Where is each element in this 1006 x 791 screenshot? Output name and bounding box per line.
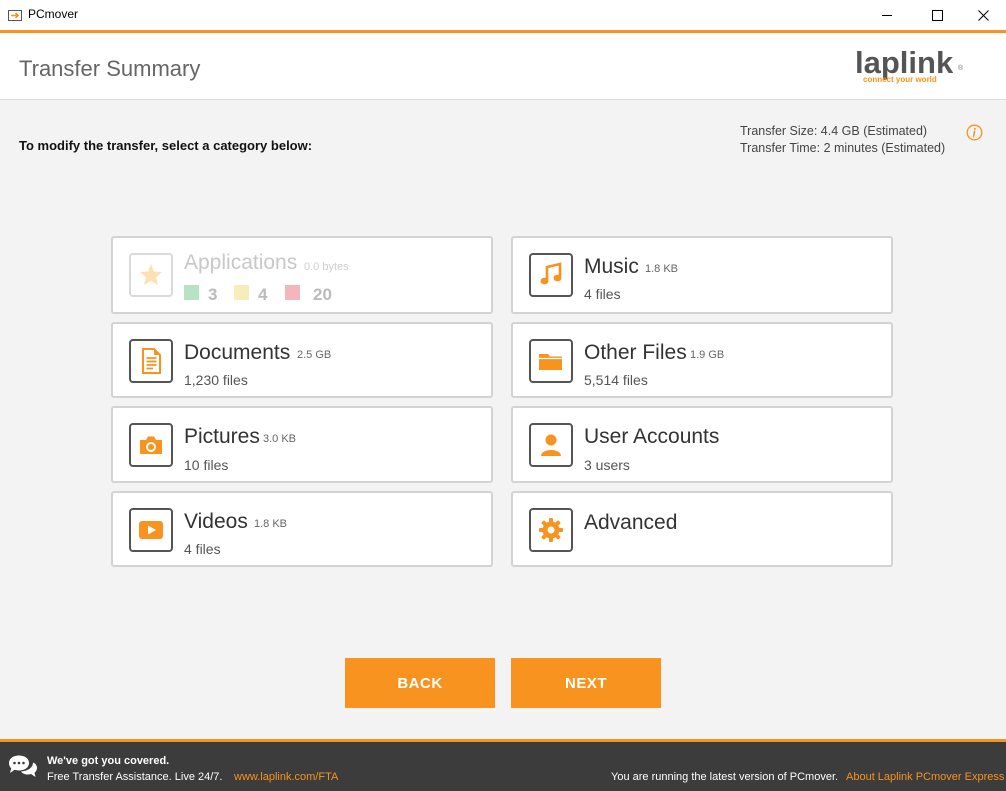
category-detail: 4 files (184, 541, 221, 557)
category-name: User Accounts (584, 425, 720, 448)
category-detail: 3 users (584, 457, 630, 473)
category-size: 1.8 KB (254, 518, 288, 530)
category-detail: 10 files (184, 457, 229, 473)
version-status: You are running the latest version of PC… (611, 771, 839, 783)
category-videos[interactable]: Videos 1.8 KB 4 files (111, 491, 493, 567)
category-name: Applications (184, 251, 298, 274)
category-user-accounts[interactable]: User Accounts 3 users (511, 406, 893, 483)
category-music[interactable]: Music 1.8 KB 4 files (511, 236, 893, 314)
category-name: Other Files (584, 341, 687, 364)
category-name: Documents (184, 341, 291, 364)
info-icon[interactable] (966, 124, 983, 146)
gear-icon (539, 518, 563, 542)
app-count-swatch (184, 285, 199, 300)
category-icon-frame (529, 508, 573, 552)
minimize-button[interactable] (864, 0, 910, 30)
category-icon-frame (529, 253, 573, 297)
music-note-icon (540, 262, 562, 285)
category-applications[interactable]: Applications 0.0 bytes 3 4 20 (111, 236, 493, 314)
page-title: Transfer Summary (19, 56, 201, 81)
app-count: 4 (258, 285, 268, 304)
app-count: 3 (208, 285, 218, 304)
maximize-icon (931, 9, 943, 21)
pcmover-app-icon (8, 8, 22, 21)
app-count-swatch (234, 285, 249, 300)
footer-headline: We've got you covered. (47, 755, 170, 767)
play-icon (139, 521, 163, 539)
category-icon-frame (129, 253, 173, 297)
category-name: Videos (184, 510, 248, 533)
category-icon-frame (529, 423, 573, 467)
window-title: PCmover (28, 7, 79, 21)
user-icon (541, 434, 561, 456)
category-name: Pictures (184, 425, 260, 448)
category-size: 3.0 KB (263, 433, 297, 445)
about-link[interactable]: About Laplink PCmover Express (846, 771, 1004, 783)
document-icon (142, 348, 161, 374)
close-icon (977, 9, 989, 21)
next-button[interactable]: NEXT (511, 658, 661, 708)
category-icon-frame (129, 508, 173, 552)
title-bar: PCmover (0, 0, 1006, 33)
category-size: 1.9 GB (690, 349, 725, 361)
category-size: 2.5 GB (297, 349, 332, 361)
app-count: 20 (313, 285, 332, 304)
logo-registered-mark: ® (958, 65, 964, 72)
maximize-button[interactable] (914, 0, 960, 30)
fta-link[interactable]: www.laplink.com/FTA (234, 771, 338, 783)
camera-icon (140, 436, 162, 454)
app-count-swatch (285, 285, 300, 300)
star-icon (140, 264, 162, 285)
footer-subline: Free Transfer Assistance. Live 24/7. (47, 771, 223, 783)
category-icon-frame (129, 423, 173, 467)
category-pictures[interactable]: Pictures 3.0 KB 10 files (111, 406, 493, 483)
transfer-time: Transfer Time: 2 minutes (Estimated) (740, 141, 946, 155)
category-size: 0.0 bytes (304, 261, 349, 273)
close-button[interactable] (960, 0, 1006, 30)
transfer-estimate: Transfer Size: 4.4 GB (Estimated) Transf… (740, 123, 945, 157)
logo-tagline: connect your world (863, 75, 937, 84)
category-documents[interactable]: Documents 2.5 GB 1,230 files (111, 322, 493, 398)
footer-bar: We've got you covered. Free Transfer Ass… (0, 739, 1006, 791)
folder-icon (539, 354, 562, 370)
category-size: 1.8 KB (645, 263, 679, 275)
category-detail: 1,230 files (184, 372, 248, 388)
back-button[interactable]: BACK (345, 658, 495, 708)
chat-bubbles-icon (7, 754, 39, 785)
category-icon-frame (529, 339, 573, 383)
instruction-text: To modify the transfer, select a categor… (19, 138, 313, 153)
category-icon-frame (129, 339, 173, 383)
page-header: Transfer Summary laplink ® connect your … (0, 33, 1006, 100)
minimize-icon (881, 14, 892, 16)
category-advanced[interactable]: Advanced (511, 491, 893, 567)
laplink-logo: laplink ® connect your world (855, 45, 965, 87)
transfer-size: Transfer Size: 4.4 GB (Estimated) (740, 124, 928, 138)
category-name: Advanced (584, 511, 678, 534)
category-detail: 5,514 files (584, 372, 648, 388)
category-name: Music (584, 255, 639, 278)
category-other-files[interactable]: Other Files 1.9 GB 5,514 files (511, 322, 893, 398)
category-detail: 4 files (584, 286, 621, 302)
